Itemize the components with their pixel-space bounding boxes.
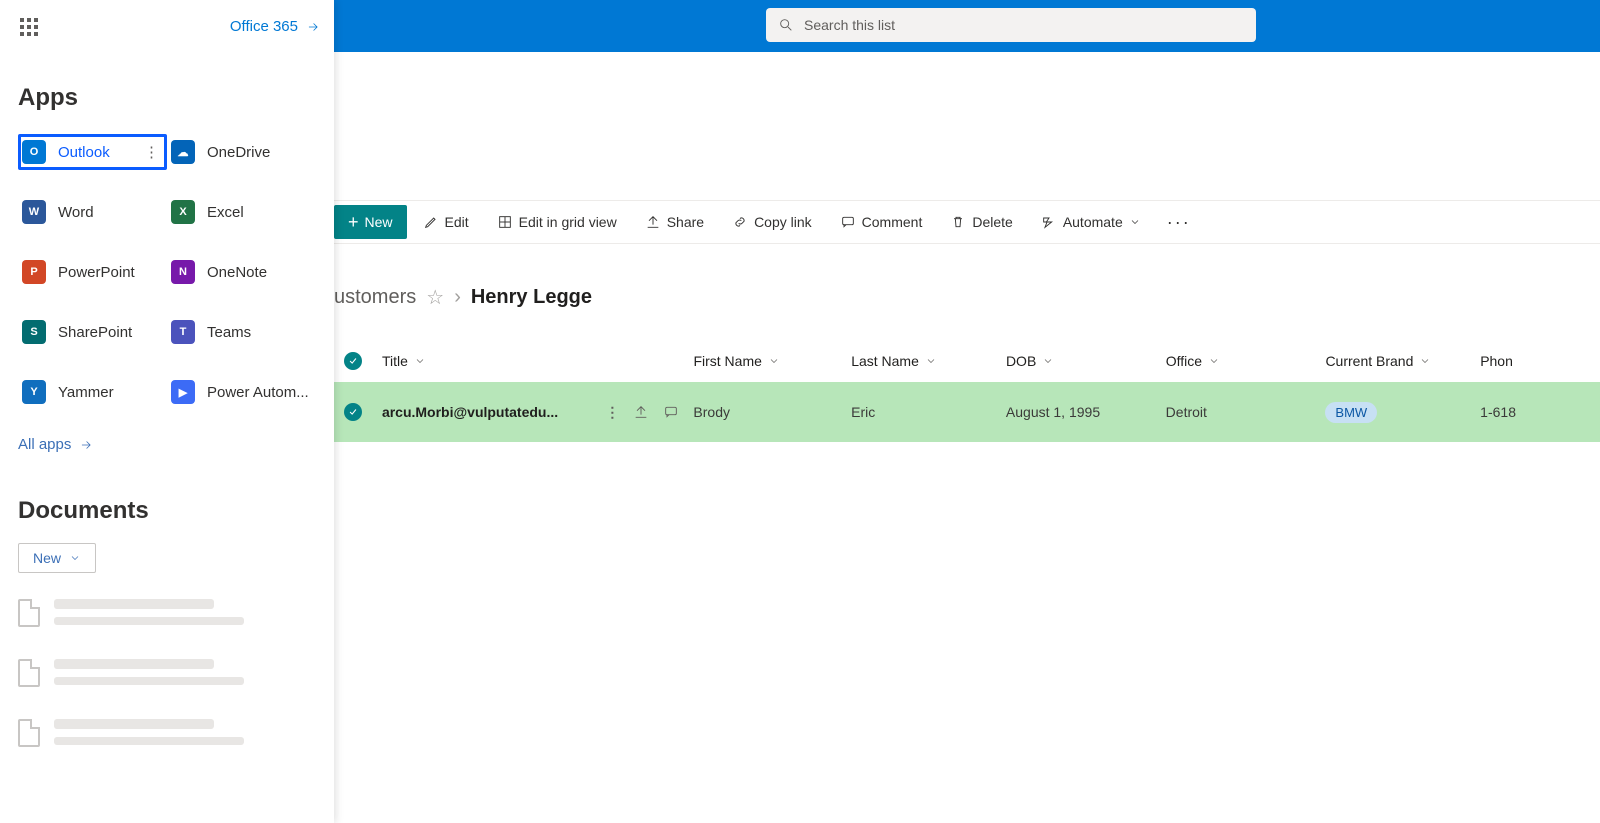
col-header-current-brand[interactable]: Current Brand	[1325, 353, 1480, 369]
chevron-down-icon	[1042, 355, 1054, 367]
row-title: arcu.Morbi@vulputatedu...	[382, 404, 558, 420]
share-icon	[645, 214, 661, 230]
arrow-right-icon	[79, 438, 93, 452]
plus-icon	[348, 213, 359, 231]
row-dob: August 1, 1995	[1006, 404, 1166, 420]
copy-link-button[interactable]: Copy link	[720, 208, 824, 236]
table-header: Title First Name Last Name DOB Office Cu…	[334, 340, 1600, 382]
grid-icon	[497, 214, 513, 230]
new-button[interactable]: New	[334, 205, 407, 239]
trash-icon	[950, 214, 966, 230]
search-input[interactable]	[804, 17, 1244, 33]
share-button[interactable]: Share	[633, 208, 716, 236]
breadcrumb-current: Henry Legge	[471, 286, 592, 309]
table-row[interactable]: arcu.Morbi@vulputatedu... ⋮ Brody Eric A…	[334, 382, 1600, 442]
sharepoint-icon: S	[22, 320, 46, 344]
app-tile-powerpoint[interactable]: P PowerPoint	[18, 254, 167, 290]
breadcrumb-parent[interactable]: ustomers	[334, 286, 416, 309]
new-label: New	[365, 214, 393, 230]
overflow-button[interactable]: ···	[1157, 206, 1201, 239]
star-icon[interactable]: ☆	[426, 285, 444, 310]
waffle-icon[interactable]	[20, 18, 42, 40]
chevron-down-icon	[1419, 355, 1431, 367]
chevron-down-icon	[768, 355, 780, 367]
search-icon	[778, 17, 794, 33]
share-icon[interactable]	[633, 404, 649, 420]
yammer-icon: Y	[22, 380, 46, 404]
pencil-icon	[423, 214, 439, 230]
chevron-down-icon	[1129, 216, 1141, 228]
row-office: Detroit	[1166, 404, 1326, 420]
row-phone: 1-618	[1480, 404, 1600, 420]
app-tile-onenote[interactable]: N OneNote	[167, 254, 316, 290]
row-last-name: Eric	[851, 404, 1006, 420]
app-tile-word[interactable]: W Word	[18, 194, 167, 230]
check-circle-icon	[344, 403, 362, 421]
onedrive-icon: ☁	[171, 140, 195, 164]
power-automate-icon: ▶	[171, 380, 195, 404]
row-brand: BMW	[1325, 402, 1480, 423]
app-tile-yammer[interactable]: Y Yammer	[18, 374, 167, 410]
row-select[interactable]	[334, 403, 372, 421]
row-menu-icon[interactable]: ⋮	[605, 404, 619, 421]
document-icon	[18, 719, 40, 747]
select-all-column[interactable]	[334, 352, 372, 370]
col-header-last-name[interactable]: Last Name	[851, 353, 1006, 369]
app-launcher-panel: Office 365 Apps O Outlook ⋮ ☁ OneDrive W…	[0, 0, 334, 823]
apps-heading: Apps	[18, 84, 320, 112]
link-icon	[732, 214, 748, 230]
delete-button[interactable]: Delete	[938, 208, 1024, 236]
document-placeholder	[18, 719, 316, 753]
arrow-right-icon	[306, 20, 320, 34]
chevron-down-icon	[1208, 355, 1220, 367]
chevron-down-icon	[69, 552, 81, 564]
col-header-phone[interactable]: Phon	[1480, 353, 1600, 369]
comment-icon[interactable]	[663, 404, 679, 420]
breadcrumb-separator: ›	[454, 286, 461, 309]
all-apps-link[interactable]: All apps	[18, 436, 320, 453]
row-first-name: Brody	[693, 404, 851, 420]
col-header-first-name[interactable]: First Name	[693, 353, 851, 369]
app-tile-teams[interactable]: T Teams	[167, 314, 316, 350]
chevron-down-icon	[925, 355, 937, 367]
comment-icon	[840, 214, 856, 230]
app-tile-sharepoint[interactable]: S SharePoint	[18, 314, 167, 350]
col-header-dob[interactable]: DOB	[1006, 353, 1166, 369]
outlook-icon: O	[22, 140, 46, 164]
powerpoint-icon: P	[22, 260, 46, 284]
app-tile-onedrive[interactable]: ☁ OneDrive	[167, 134, 316, 170]
app-tile-menu[interactable]: ⋮	[140, 143, 163, 161]
document-placeholder	[18, 599, 316, 633]
command-bar: New Edit Edit in grid view Share Copy li…	[334, 200, 1600, 244]
check-circle-icon	[344, 352, 362, 370]
app-tile-power-automate[interactable]: ▶ Power Autom...	[167, 374, 316, 410]
chevron-down-icon	[414, 355, 426, 367]
new-document-button[interactable]: New	[18, 543, 96, 573]
word-icon: W	[22, 200, 46, 224]
comment-button[interactable]: Comment	[828, 208, 935, 236]
breadcrumb: ustomers ☆ › Henry Legge	[334, 285, 592, 310]
automate-button[interactable]: Automate	[1029, 208, 1153, 236]
onenote-icon: N	[171, 260, 195, 284]
documents-heading: Documents	[18, 497, 320, 525]
edit-grid-button[interactable]: Edit in grid view	[485, 208, 629, 236]
search-box[interactable]	[766, 8, 1256, 42]
flow-icon	[1041, 214, 1057, 230]
document-placeholder	[18, 659, 316, 693]
document-icon	[18, 599, 40, 627]
col-header-office[interactable]: Office	[1166, 353, 1326, 369]
col-header-title[interactable]: Title	[382, 353, 694, 369]
teams-icon: T	[171, 320, 195, 344]
document-icon	[18, 659, 40, 687]
excel-icon: X	[171, 200, 195, 224]
edit-button[interactable]: Edit	[411, 208, 481, 236]
app-tile-outlook[interactable]: O Outlook ⋮	[18, 134, 167, 170]
office-365-link[interactable]: Office 365	[230, 18, 320, 35]
app-tile-excel[interactable]: X Excel	[167, 194, 316, 230]
